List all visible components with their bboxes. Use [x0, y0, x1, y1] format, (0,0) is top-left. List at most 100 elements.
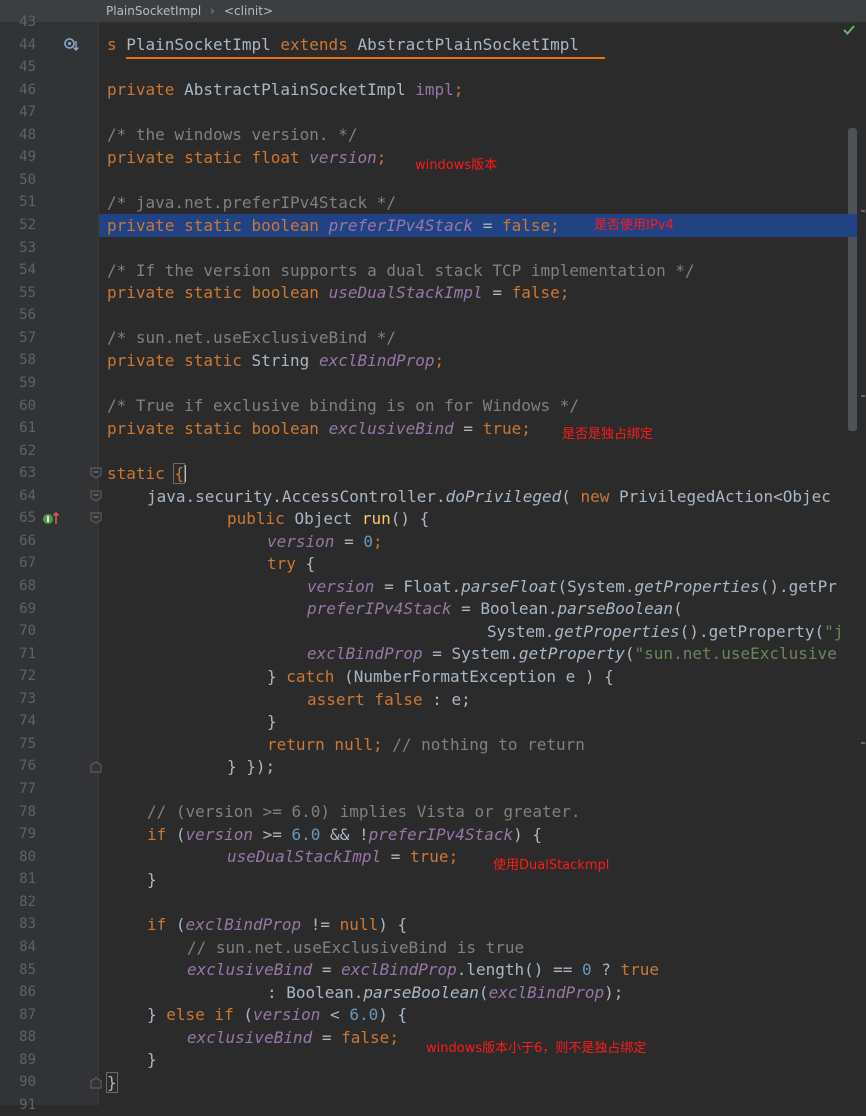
code-line-48[interactable]: /* the windows version. */: [107, 124, 357, 146]
code-token: ;: [453, 80, 464, 99]
code-line-76[interactable]: } });: [227, 756, 275, 778]
code-line-52[interactable]: private static boolean preferIPv4Stack =…: [107, 215, 560, 237]
code-line-88[interactable]: exclusiveBind = false;: [187, 1027, 399, 1049]
breadcrumb-separator: ›: [210, 4, 215, 18]
code-token: }: [147, 1005, 167, 1024]
code-line-75[interactable]: return null; // nothing to return: [267, 734, 585, 756]
code-token: false: [511, 283, 560, 302]
code-token: (System.: [557, 577, 635, 596]
code-token: false: [501, 216, 551, 235]
code-line-72[interactable]: } catch (NumberFormatException e ) {: [267, 666, 614, 688]
fold-end-marker-icon[interactable]: [90, 1077, 102, 1089]
code-token: =: [312, 1028, 342, 1047]
code-token: (: [478, 983, 489, 1002]
code-token: (: [175, 825, 186, 844]
code-line-49[interactable]: private static float version;: [107, 147, 386, 169]
code-token: =: [453, 419, 483, 438]
code-line-71[interactable]: exclBindProp = System.getProperty("sun.n…: [307, 643, 837, 665]
code-line-46[interactable]: private AbstractPlainSocketImpl impl;: [107, 79, 463, 101]
error-stripe-mark[interactable]: [861, 395, 865, 397]
code-token: =: [482, 283, 512, 302]
line-number: 53: [19, 239, 36, 256]
code-line-61[interactable]: private static boolean exclusiveBind = t…: [107, 418, 531, 440]
code-token: useDualStackImpl: [328, 283, 483, 302]
code-line-87[interactable]: } else if (version < 6.0) {: [147, 1004, 407, 1026]
code-token: = System.: [422, 644, 519, 663]
breadcrumb-class[interactable]: PlainSocketImpl: [106, 4, 201, 18]
code-token: parseBoolean: [557, 599, 674, 618]
line-number: 86: [19, 984, 36, 1001]
error-stripe[interactable]: [857, 22, 866, 1105]
code-token: (NumberFormatException e ) {: [344, 667, 614, 686]
code-token: parseBoolean: [363, 983, 479, 1002]
line-number: 59: [19, 374, 36, 391]
code-token: }: [267, 667, 287, 686]
code-line-89[interactable]: }: [147, 1049, 157, 1071]
code-line-84[interactable]: // sun.net.useExclusiveBind is true: [187, 937, 524, 959]
breadcrumb-method[interactable]: <clinit>: [224, 4, 273, 18]
code-token: ) {: [378, 915, 408, 934]
line-number: 43: [19, 14, 36, 30]
gutter-override-icon[interactable]: [63, 37, 81, 53]
annotation-dual-stack: 使用DualStackmpl: [493, 858, 610, 873]
fold-marker-icon[interactable]: [90, 512, 102, 524]
fold-marker-icon[interactable]: [90, 467, 102, 479]
code-line-63[interactable]: static {: [107, 463, 187, 485]
code-token: (: [175, 915, 186, 934]
error-stripe-mark[interactable]: [861, 210, 865, 212]
line-number: 46: [19, 81, 36, 98]
code-token: public: [227, 509, 295, 528]
check-icon[interactable]: [842, 24, 856, 36]
code-line-64[interactable]: java.security.AccessController.doPrivile…: [147, 486, 831, 508]
class-declaration-underline: [126, 57, 605, 59]
line-number: 74: [19, 713, 36, 730]
code-line-73[interactable]: assert false : e;: [307, 689, 471, 711]
code-line-70[interactable]: System.getProperties().getProperty("j: [487, 621, 843, 643]
code-token: = Float.: [374, 577, 462, 596]
code-token: );: [604, 983, 624, 1002]
code-line-81[interactable]: }: [147, 869, 157, 891]
matched-brace: }: [106, 1072, 118, 1093]
code-line-67[interactable]: try {: [267, 553, 315, 575]
code-token: s: [107, 35, 127, 54]
code-line-68[interactable]: version = Float.parseFloat(System.getPro…: [307, 576, 837, 598]
line-number: 89: [19, 1051, 36, 1068]
code-line-74[interactable]: }: [267, 711, 277, 733]
code-token: exclusiveBind: [187, 960, 313, 979]
line-number: 66: [19, 532, 36, 549]
code-token: =: [334, 532, 364, 551]
code-line-65[interactable]: public Object run() {: [227, 508, 429, 530]
code-line-80[interactable]: useDualStackImpl = true;: [227, 846, 458, 868]
gutter-implements-icon[interactable]: [42, 510, 62, 526]
code-line-83[interactable]: if (exclBindProp != null) {: [147, 914, 407, 936]
code-token: ;: [550, 216, 560, 235]
code-token: System.: [487, 622, 555, 641]
code-token: >=: [252, 825, 292, 844]
code-line-51[interactable]: /* java.net.preferIPv4Stack */: [107, 192, 396, 214]
code-line-55[interactable]: private static boolean useDualStackImpl …: [107, 282, 569, 304]
code-token: AbstractPlainSocketImpl: [357, 35, 580, 54]
vertical-scrollbar[interactable]: [848, 128, 857, 431]
code-line-85[interactable]: exclusiveBind = exclBindProp.length() ==…: [187, 959, 659, 981]
line-number: 71: [19, 645, 36, 662]
code-line-90[interactable]: }: [106, 1072, 118, 1094]
line-number: 48: [19, 126, 36, 143]
code-line-54[interactable]: /* If the version supports a dual stack …: [107, 260, 695, 282]
code-line-79[interactable]: if (version >= 6.0 && !preferIPv4Stack) …: [147, 824, 542, 846]
code-line-86[interactable]: : Boolean.parseBoolean(exclBindProp);: [267, 982, 623, 1004]
line-number: 79: [19, 826, 36, 843]
code-line-57[interactable]: /* sun.net.useExclusiveBind */: [107, 327, 396, 349]
code-line-78[interactable]: // (version >= 6.0) implies Vista or gre…: [147, 801, 580, 823]
code-line-69[interactable]: preferIPv4Stack = Boolean.parseBoolean(: [307, 598, 683, 620]
fold-end-marker-icon[interactable]: [90, 761, 102, 773]
code-line-44[interactable]: s PlainSocketImpl extends AbstractPlainS…: [107, 34, 579, 56]
code-line-66[interactable]: version = 0;: [267, 531, 383, 553]
code-token: exclBindProp: [341, 960, 457, 979]
code-token: ().getProperty(: [679, 622, 825, 641]
error-stripe-mark[interactable]: [861, 742, 865, 744]
line-number: 63: [19, 465, 36, 482]
fold-marker-icon[interactable]: [90, 490, 102, 502]
code-line-58[interactable]: private static String exclBindProp;: [107, 350, 444, 372]
code-token: version: [252, 1005, 321, 1024]
code-line-60[interactable]: /* True if exclusive binding is on for W…: [107, 395, 579, 417]
